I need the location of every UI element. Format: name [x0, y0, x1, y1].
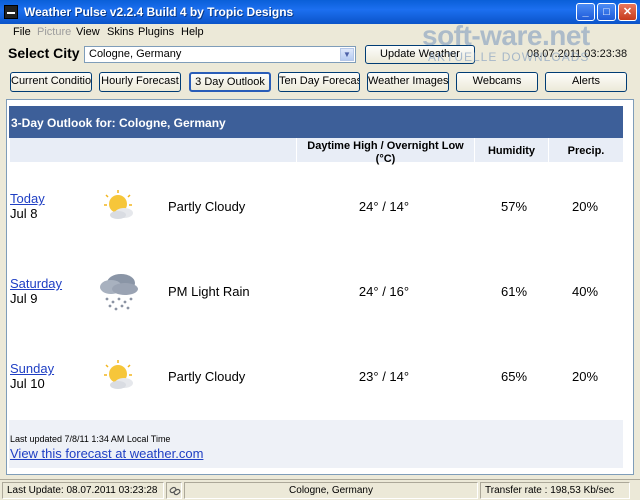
status-last-update: Last Update: 08.07.2011 03:23:28 — [2, 482, 164, 499]
window-title: Weather Pulse v2.2.4 Build 4 by Tropic D… — [24, 5, 294, 19]
column-header-temp: Daytime High / Overnight Low (°C) — [296, 138, 474, 165]
tab-webcams[interactable]: Webcams — [456, 72, 538, 92]
forecast-row: Sunday Jul 10 Partly Cloudy 23° / 14° 65… — [9, 334, 623, 418]
humidity-text: 65% — [500, 369, 528, 384]
humidity-text: 61% — [500, 284, 528, 299]
menu-plugins[interactable]: Plugins — [138, 26, 174, 38]
partly-cloudy-icon — [104, 190, 133, 219]
tab-current-conditions[interactable]: Current Conditions — [10, 72, 92, 92]
precip-text: 40% — [571, 284, 599, 299]
tab-weather-images[interactable]: Weather Images — [367, 72, 449, 92]
column-header-blank — [9, 138, 296, 162]
menu-view[interactable]: View — [76, 26, 100, 38]
day-date: Jul 10 — [10, 376, 45, 391]
humidity-text: 57% — [500, 199, 528, 214]
status-bar: Last Update: 08.07.2011 03:23:28 Cologne… — [0, 479, 640, 500]
update-weather-button[interactable]: Update Weather — [365, 45, 475, 64]
menu-skins[interactable]: Skins — [107, 26, 134, 38]
title-bar: Weather Pulse v2.2.4 Build 4 by Tropic D… — [0, 0, 640, 24]
tab-3-day-outlook[interactable]: 3 Day Outlook — [189, 72, 271, 92]
menu-bar: File Picture View Skins Plugins Help — [0, 24, 640, 41]
precip-text: 20% — [571, 199, 599, 214]
day-link[interactable]: Today — [10, 191, 45, 206]
city-dropdown-value: Cologne, Germany — [89, 48, 182, 60]
forecast-row: Saturday Jul 9 PM Light Rain 24° / 16° 6… — [9, 249, 623, 333]
select-city-label: Select City — [8, 45, 80, 61]
forecast-row: Today Jul 8 Partly Cloudy 24° / 14° 57% … — [9, 164, 623, 248]
maximize-button[interactable]: □ — [597, 3, 616, 21]
link-icon — [166, 482, 182, 499]
status-city: Cologne, Germany — [184, 482, 478, 499]
outlook-header: 3-Day Outlook for: Cologne, Germany — [9, 106, 623, 138]
last-updated-text: Last updated 7/8/11 1:34 AM Local Time — [10, 434, 171, 444]
day-date: Jul 8 — [10, 206, 38, 221]
condition-text: PM Light Rain — [168, 284, 250, 299]
minimize-button[interactable]: _ — [576, 3, 595, 21]
app-icon — [4, 5, 18, 19]
tab-hourly-forecast[interactable]: Hourly Forecast — [99, 72, 181, 92]
menu-file[interactable]: File — [13, 26, 31, 38]
tab-alerts[interactable]: Alerts — [545, 72, 627, 92]
outlook-footer: Last updated 7/8/11 1:34 AM Local Time V… — [9, 420, 623, 468]
condition-text: Partly Cloudy — [168, 369, 246, 384]
column-header-precip: Precip. — [548, 138, 623, 162]
city-dropdown[interactable]: Cologne, Germany ▼ — [84, 46, 356, 63]
update-timestamp: 08.07.2011 03:23:38 — [527, 48, 628, 60]
close-button[interactable]: ✕ — [618, 3, 637, 21]
weather-com-link[interactable]: View this forecast at weather.com — [10, 446, 203, 461]
condition-text: Partly Cloudy — [168, 199, 246, 214]
partly-cloudy-icon — [104, 360, 133, 389]
precip-text: 20% — [571, 369, 599, 384]
column-header-humidity: Humidity — [474, 138, 548, 162]
chain-link-icon — [169, 486, 181, 496]
temperature-text: 24° / 14° — [358, 199, 410, 214]
menu-help[interactable]: Help — [181, 26, 204, 38]
temperature-text: 23° / 14° — [358, 369, 410, 384]
status-transfer-rate: Transfer rate : 198,53 Kb/sec — [480, 482, 630, 499]
tab-ten-day-forecast[interactable]: Ten Day Forecast — [278, 72, 360, 92]
rain-cloud-icon — [100, 274, 138, 311]
day-link[interactable]: Sunday — [10, 361, 54, 376]
tab-bar: Current Conditions Hourly Forecast 3 Day… — [0, 70, 640, 94]
day-date: Jul 9 — [10, 291, 38, 306]
menu-picture: Picture — [37, 26, 72, 38]
day-link[interactable]: Saturday — [10, 276, 62, 291]
outlook-panel: 3-Day Outlook for: Cologne, Germany Dayt… — [6, 99, 634, 475]
chevron-down-icon[interactable]: ▼ — [340, 48, 354, 61]
temperature-text: 24° / 16° — [358, 284, 410, 299]
